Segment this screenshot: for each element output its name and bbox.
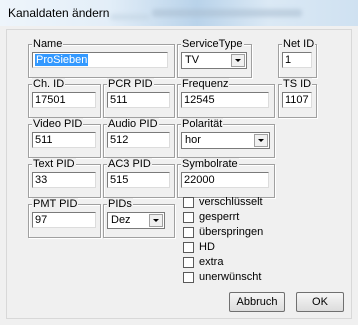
checkbox-box[interactable]: [183, 196, 194, 208]
checkbox-verschluesselt[interactable]: verschlüsselt: [183, 196, 263, 208]
pids-select[interactable]: Dez: [107, 212, 165, 229]
chevron-down-icon[interactable]: [254, 134, 268, 147]
frequenz-label: Frequenz: [181, 78, 230, 90]
window-title: Kanaldaten ändern: [8, 6, 110, 20]
chevron-down-icon[interactable]: [231, 54, 245, 67]
ac3-pid-label: AC3 PID: [107, 158, 152, 170]
net-id-field[interactable]: 1: [282, 52, 312, 68]
pids-label: PIDs: [107, 198, 133, 210]
service-type-select[interactable]: TV: [181, 52, 247, 69]
frequenz-group: Frequenz 12545: [177, 78, 275, 118]
ch-id-field[interactable]: 17501: [32, 92, 96, 108]
symbolrate-field[interactable]: 22000: [181, 172, 269, 188]
dialog-window: Kanaldaten ändern Name ProSieben Service…: [0, 0, 358, 325]
text-pid-field[interactable]: 33: [32, 172, 96, 188]
video-pid-group: Video PID 511: [28, 118, 101, 158]
checkbox-box[interactable]: [183, 211, 194, 223]
audio-pid-field[interactable]: 512: [107, 132, 170, 148]
service-type-label: ServiceType: [181, 38, 244, 50]
checkbox-box[interactable]: [183, 241, 194, 253]
checkbox-box[interactable]: [183, 226, 194, 238]
ac3-pid-group: AC3 PID 515: [103, 158, 175, 198]
frequenz-field[interactable]: 12545: [181, 92, 269, 108]
ok-button[interactable]: OK: [296, 292, 344, 312]
name-group: Name ProSieben: [28, 38, 175, 78]
blurred-title-region: [110, 14, 150, 20]
video-pid-field[interactable]: 511: [32, 132, 96, 148]
checkbox-hd[interactable]: HD: [183, 241, 215, 253]
video-pid-label: Video PID: [32, 118, 84, 130]
ts-id-label: TS ID: [282, 78, 313, 90]
ch-id-label: Ch. ID: [32, 78, 66, 90]
checkbox-extra[interactable]: extra: [183, 256, 223, 268]
pids-group: PIDs Dez: [103, 198, 175, 238]
checkbox-box[interactable]: [183, 256, 194, 268]
polaritaet-group: Polarität hor: [177, 118, 275, 158]
pcr-pid-label: PCR PID: [107, 78, 154, 90]
audio-pid-label: Audio PID: [107, 118, 159, 130]
symbolrate-label: Symbolrate: [181, 158, 239, 170]
title-bar[interactable]: Kanaldaten ändern: [0, 0, 358, 26]
pcr-pid-group: PCR PID 511: [103, 78, 175, 118]
checkbox-ueberspringen[interactable]: überspringen: [183, 226, 263, 238]
name-label: Name: [32, 38, 64, 50]
pmt-pid-field[interactable]: 97: [32, 212, 96, 228]
cancel-button[interactable]: Abbruch: [229, 292, 285, 312]
dialog-body: Name ProSieben ServiceType TV Net ID 1 C…: [6, 29, 352, 319]
checkbox-box[interactable]: [183, 271, 194, 283]
net-id-group: Net ID 1: [278, 38, 317, 78]
pmt-pid-label: PMT PID: [32, 198, 79, 210]
service-type-group: ServiceType TV: [177, 38, 252, 78]
net-id-label: Net ID: [282, 38, 316, 50]
polaritaet-label: Polarität: [181, 118, 224, 130]
pmt-pid-group: PMT PID 97: [28, 198, 101, 238]
ch-id-group: Ch. ID 17501: [28, 78, 101, 118]
symbolrate-group: Symbolrate 22000: [177, 158, 275, 198]
checkbox-unerwuenscht[interactable]: unerwünscht: [183, 271, 261, 283]
audio-pid-group: Audio PID 512: [103, 118, 175, 158]
checkbox-gesperrt[interactable]: gesperrt: [183, 211, 239, 223]
text-pid-group: Text PID 33: [28, 158, 101, 198]
chevron-down-icon[interactable]: [149, 214, 163, 227]
pcr-pid-field[interactable]: 511: [107, 92, 170, 108]
ts-id-group: TS ID 1107: [278, 78, 317, 118]
ac3-pid-field[interactable]: 515: [107, 172, 170, 188]
ts-id-field[interactable]: 1107: [282, 92, 312, 108]
polaritaet-select[interactable]: hor: [181, 132, 270, 149]
blurred-title-region: [152, 9, 302, 17]
name-field[interactable]: ProSieben: [32, 52, 168, 68]
text-pid-label: Text PID: [32, 158, 76, 170]
